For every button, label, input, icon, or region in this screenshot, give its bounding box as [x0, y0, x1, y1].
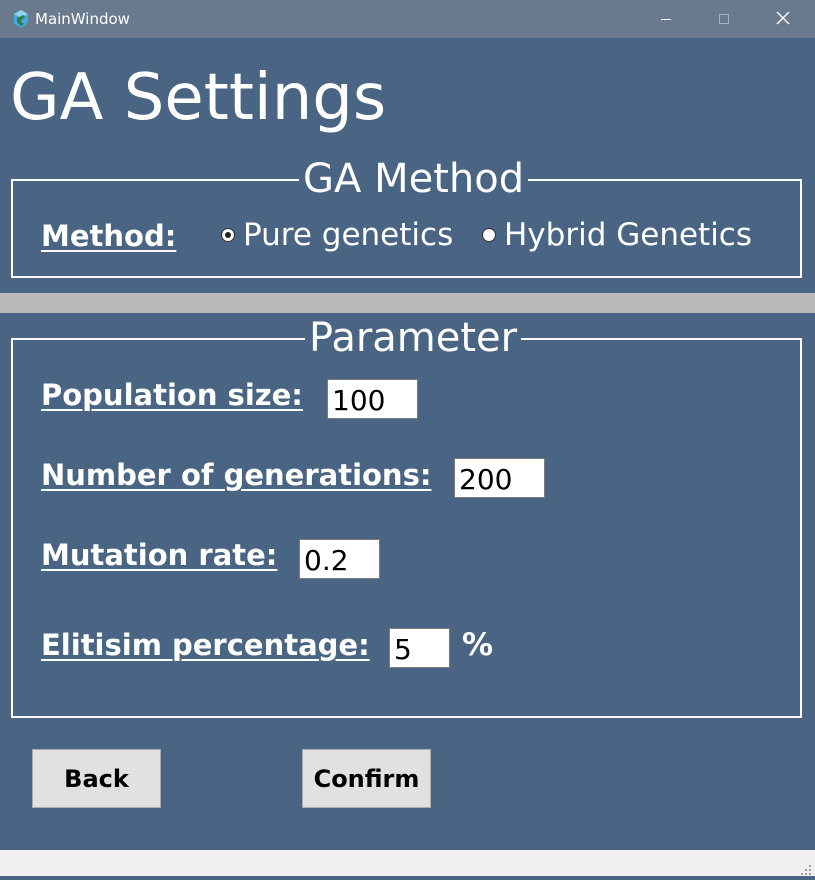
- close-button[interactable]: [754, 0, 812, 38]
- radio-pure-genetics-label: Pure genetics: [243, 217, 454, 253]
- page-title: GA Settings: [10, 61, 387, 135]
- maximize-icon: [718, 10, 730, 29]
- minimize-button[interactable]: [637, 0, 695, 38]
- elitism-label: Elitisim percentage:: [41, 628, 370, 662]
- ga-method-legend: GA Method: [299, 158, 529, 200]
- minimize-icon: [660, 10, 672, 29]
- size-grip-icon[interactable]: [800, 861, 812, 875]
- elitism-input[interactable]: [389, 628, 450, 668]
- close-icon: [776, 10, 790, 29]
- population-size-input[interactable]: [327, 379, 418, 419]
- generations-label: Number of generations:: [41, 458, 432, 492]
- percent-unit: %: [462, 627, 494, 663]
- radio-unchecked-icon: [482, 228, 496, 242]
- confirm-button[interactable]: Confirm: [302, 749, 431, 808]
- radio-hybrid-genetics[interactable]: Hybrid Genetics: [482, 217, 752, 253]
- radio-hybrid-genetics-label: Hybrid Genetics: [504, 217, 752, 253]
- population-size-label: Population size:: [41, 378, 303, 412]
- maximize-button[interactable]: [695, 0, 753, 38]
- window-title: MainWindow: [35, 10, 130, 28]
- radio-pure-genetics[interactable]: Pure genetics: [221, 217, 453, 253]
- window-titlebar[interactable]: MainWindow: [0, 0, 815, 38]
- mutation-rate-input[interactable]: [299, 539, 380, 579]
- status-bar: [0, 850, 815, 876]
- back-button[interactable]: Back: [32, 749, 161, 808]
- qt-designer-icon: [12, 9, 30, 29]
- radio-checked-icon: [221, 228, 235, 242]
- section-divider: [0, 293, 815, 313]
- parameter-legend: Parameter: [305, 317, 522, 359]
- method-label: Method:: [41, 219, 177, 253]
- generations-input[interactable]: [454, 458, 545, 498]
- mutation-rate-label: Mutation rate:: [41, 538, 278, 572]
